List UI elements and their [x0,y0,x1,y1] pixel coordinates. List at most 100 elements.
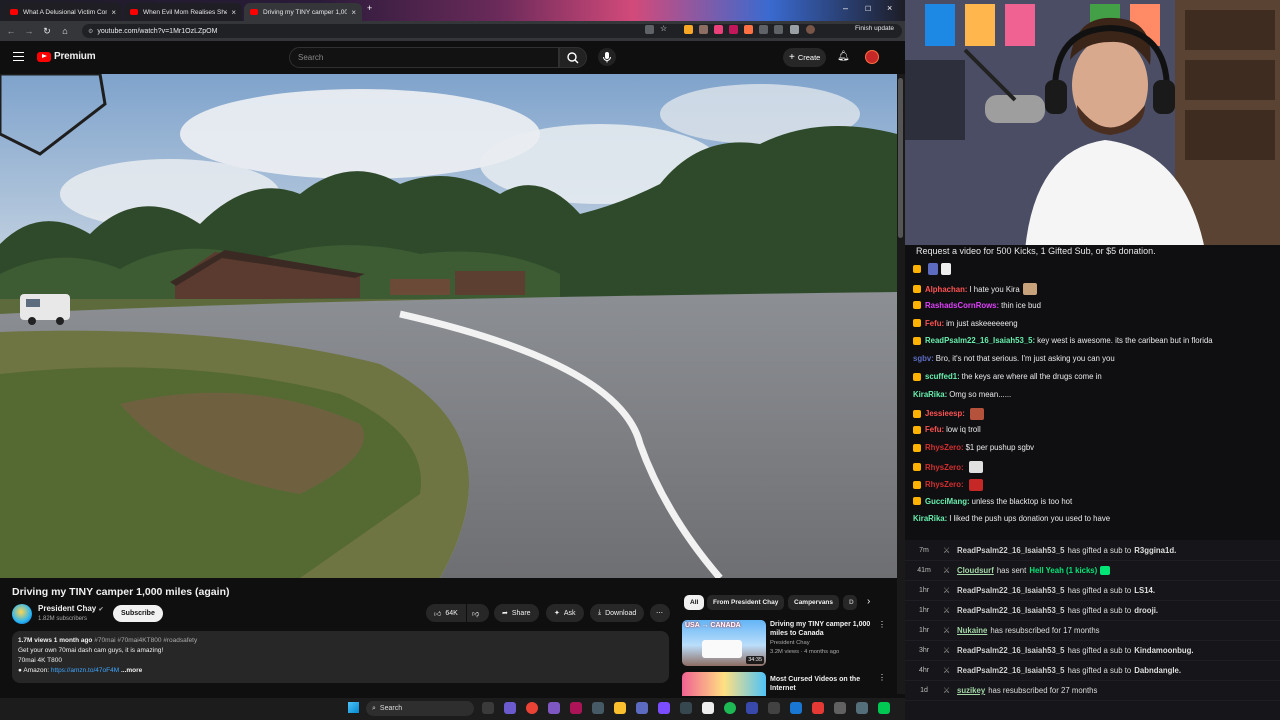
event-username[interactable]: ReadPsalm22_16_Isaiah53_5 [957,666,1065,675]
youtube-logo[interactable]: Premium [37,51,96,62]
extension-icon[interactable] [729,25,738,34]
extension-icon[interactable] [744,25,753,34]
app-icon[interactable] [878,702,890,714]
extension-icon[interactable] [699,25,708,34]
chat-username[interactable]: KiraRika: [913,514,947,523]
chat-username[interactable]: GucciMang: [925,497,970,506]
search-button[interactable] [559,47,587,68]
spotify-icon[interactable] [724,702,736,714]
recommendation-title[interactable]: Most Cursed Videos on the Internet [770,675,874,693]
back-icon[interactable]: ← [4,26,18,36]
app-icon[interactable] [504,702,516,714]
app-icon[interactable] [680,702,692,714]
chat-username[interactable]: RhysZero: [925,480,964,489]
window-close-icon[interactable]: × [887,3,892,13]
maximize-icon[interactable]: ☐ [865,5,871,13]
file-explorer-icon[interactable] [614,702,626,714]
forward-icon[interactable]: → [22,26,36,36]
like-button[interactable]: 👍︎ 64K [426,604,466,622]
extension-icon[interactable] [684,25,693,34]
app-icon[interactable] [636,702,648,714]
cast-icon[interactable] [645,25,654,34]
chat-username[interactable]: Fefu: [925,425,944,434]
task-view-icon[interactable] [482,702,494,714]
bookmark-star-icon[interactable]: ☆ [660,24,669,33]
minimize-icon[interactable]: – [843,3,848,13]
chat-username[interactable]: Jessieesp: [925,409,965,418]
share-button[interactable]: ➦ Share [494,604,539,622]
site-info-icon[interactable]: ⚙ [88,28,93,35]
app-icon[interactable] [790,702,802,714]
close-icon[interactable]: × [231,8,236,17]
hashtags[interactable]: #70mai #70mai4KT800 #roadsafety [94,637,197,644]
chip-partial[interactable]: D [843,595,857,610]
app-icon[interactable] [746,702,758,714]
recommendation-title[interactable]: Driving my TINY camper 1,000 miles to Ca… [770,620,874,638]
video-thumbnail[interactable] [682,672,766,696]
app-icon[interactable] [834,702,846,714]
chevron-right-icon[interactable]: › [867,596,870,607]
app-icon[interactable] [812,702,824,714]
reload-icon[interactable]: ↻ [40,26,54,37]
hamburger-menu-icon[interactable] [13,52,24,61]
event-username[interactable]: ReadPsalm22_16_Isaiah53_5 [957,646,1065,655]
event-username[interactable]: ReadPsalm22_16_Isaiah53_5 [957,606,1065,615]
chat-username[interactable]: ReadPsalm22_16_Isaiah53_5: [925,336,1035,345]
subscribe-button[interactable]: Subscribe [113,605,163,622]
chrome-icon[interactable] [526,702,538,714]
chat-username[interactable]: RhysZero: [925,463,964,472]
event-username[interactable]: Nukaine [957,626,987,635]
app-icon[interactable] [548,702,560,714]
event-username[interactable]: ReadPsalm22_16_Isaiah53_5 [957,546,1065,555]
split-view-icon[interactable] [774,25,783,34]
address-bar[interactable]: ⚙ youtube.com/watch?v=1Mr1OzLZpOM ☆ Fini… [82,24,902,38]
close-icon[interactable]: × [351,8,356,17]
chip-campervans[interactable]: Campervans [788,595,840,610]
event-username[interactable]: suzikey [957,686,985,695]
channel-name[interactable]: President Chay ✔ [38,604,104,613]
chat-username[interactable]: RhysZero: [925,443,964,452]
recommendation-channel[interactable]: President Chay [770,640,810,646]
voice-search-button[interactable] [598,48,616,66]
account-avatar[interactable] [865,50,879,64]
chat-username[interactable]: Fefu: [925,319,944,328]
app-icon[interactable] [702,702,714,714]
browser-tab[interactable]: When Evil Mom Realises She's... × [124,3,242,21]
profile-avatar[interactable] [806,25,815,34]
amazon-link[interactable]: https://amzn.to/47oF4M [51,667,119,674]
windows-start-icon[interactable] [348,702,359,713]
app-icon[interactable] [768,702,780,714]
chat-username[interactable]: scuffed1: [925,372,960,381]
chip-from-channel[interactable]: From President Chay [707,595,785,610]
page-scrollbar[interactable] [897,74,905,694]
discord-icon[interactable] [658,702,670,714]
more-actions-button[interactable]: ⋯ [650,604,670,622]
taskbar-search[interactable]: ⌕ Search [366,701,474,716]
download-icon[interactable] [790,25,799,34]
video-thumbnail[interactable]: USA → CANADA 34:35 [682,620,766,666]
create-button[interactable]: + Create [783,48,827,67]
more-vertical-icon[interactable]: ⋮ [878,673,886,682]
channel-avatar[interactable] [12,604,32,624]
dislike-button[interactable]: 👎︎ [467,604,489,622]
video-player[interactable] [0,74,897,578]
ask-button[interactable]: ✦ Ask [546,604,584,622]
browser-tab[interactable]: What A Delusional Victim Com... × [4,3,122,21]
recommendation-item[interactable]: Most Cursed Videos on the Internet ⋮ [682,672,892,696]
search-input[interactable]: Search [289,47,559,68]
more-vertical-icon[interactable]: ⋮ [878,620,886,629]
notifications-bell-icon[interactable]: 🔔︎ [837,51,850,62]
app-icon[interactable] [592,702,604,714]
event-username[interactable]: ReadPsalm22_16_Isaiah53_5 [957,586,1065,595]
close-icon[interactable]: × [111,8,116,17]
event-username[interactable]: Cloudsurf [957,566,994,575]
finish-update-button[interactable]: Finish update [855,25,894,32]
chat-username[interactable]: Alphachan: [925,285,967,294]
video-description[interactable]: 1.7M views 1 month ago #70mai #70mai4KT8… [12,631,669,683]
scrollbar-thumb[interactable] [898,78,903,238]
show-more-link[interactable]: ...more [121,667,142,674]
chat-username[interactable]: KiraRika: [913,390,947,399]
chip-all[interactable]: All [684,595,705,610]
chat-username[interactable]: RashadsCornRows: [925,301,999,310]
browser-tab-active[interactable]: Driving my TINY camper 1,000 ... × [244,3,362,21]
